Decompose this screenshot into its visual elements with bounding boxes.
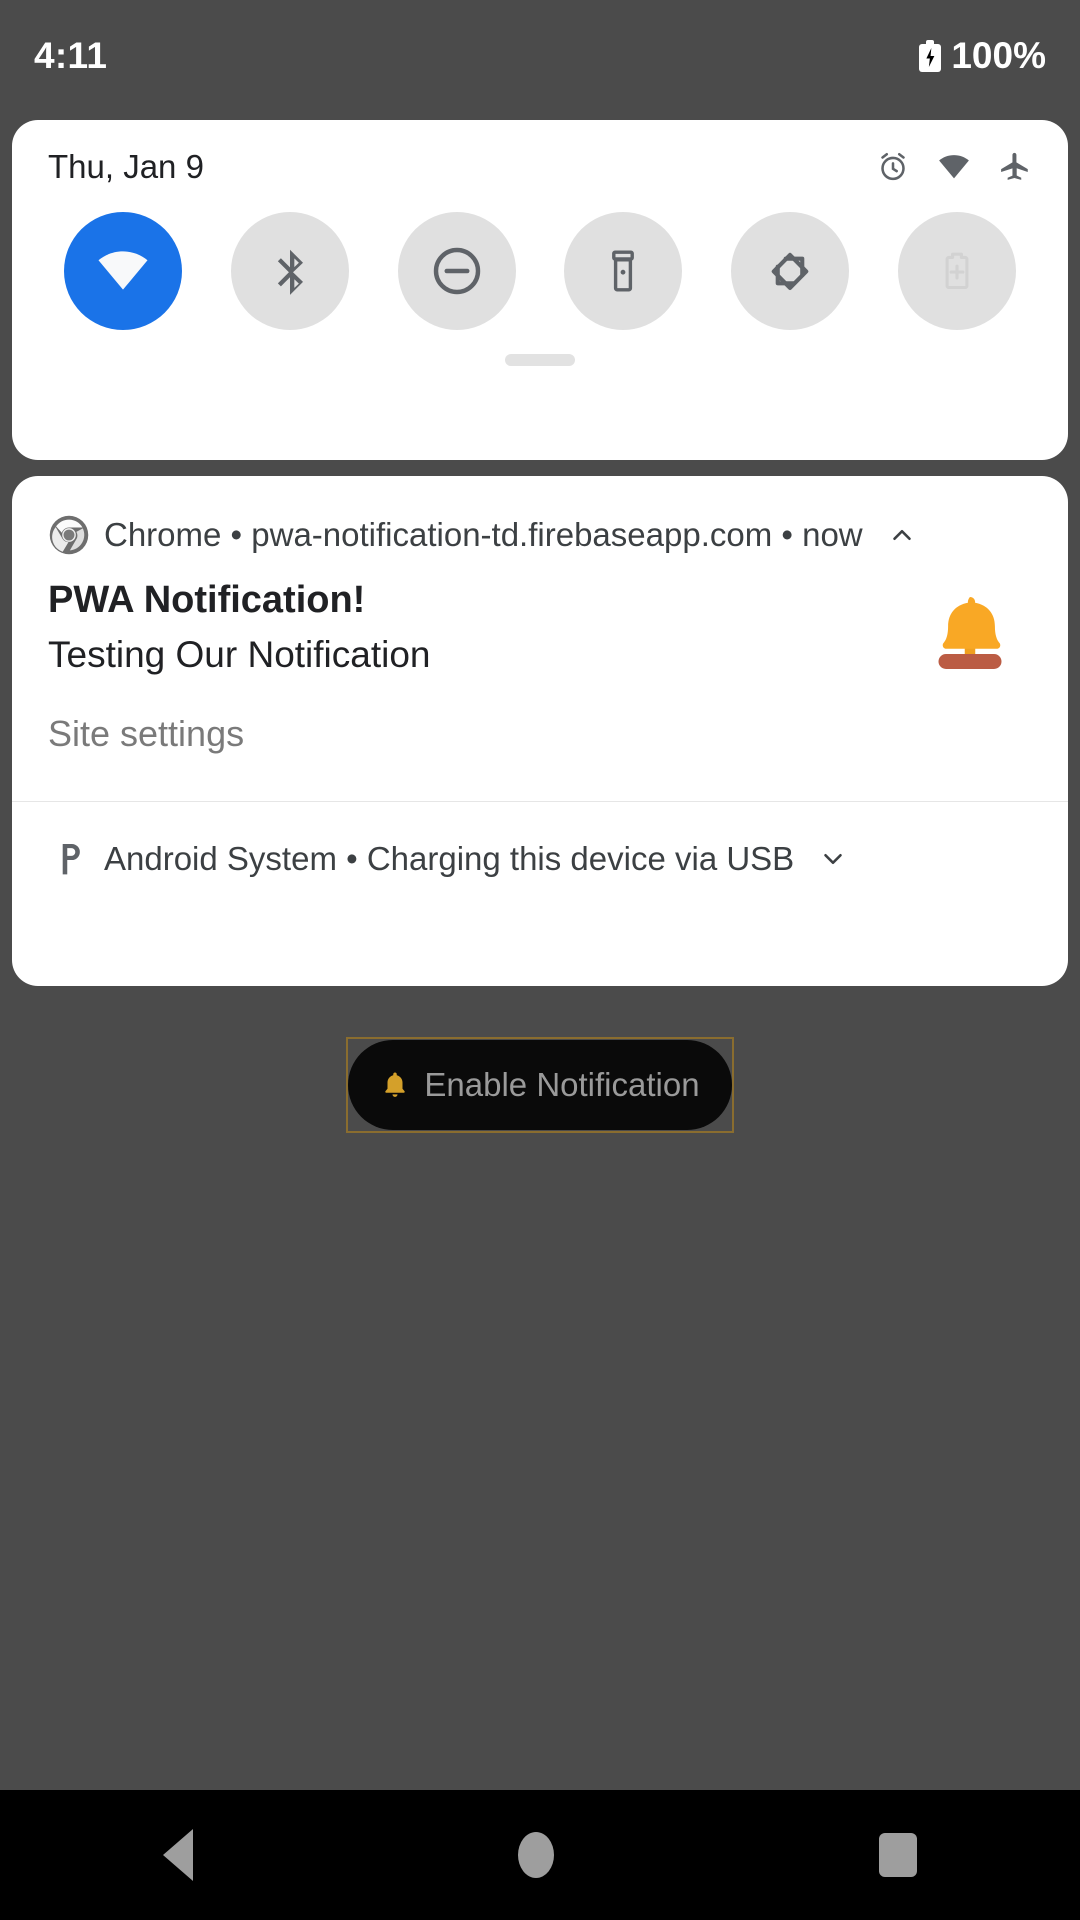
nav-home-button[interactable] bbox=[517, 1832, 554, 1878]
drag-handle[interactable] bbox=[505, 354, 575, 366]
notification-card: Chrome • pwa-notification-td.firebaseapp… bbox=[12, 476, 1068, 986]
chevron-down-icon[interactable] bbox=[818, 844, 848, 874]
chrome-icon bbox=[49, 515, 89, 555]
notification-header-text: Android System • Charging this device vi… bbox=[104, 839, 795, 877]
quick-settings-header: Thu, Jan 9 bbox=[12, 120, 1068, 186]
notification-body: PWA Notification! Testing Our Notificati… bbox=[12, 556, 1068, 679]
notification-message: Testing Our Notification bbox=[48, 633, 431, 675]
bell-icon bbox=[385, 1072, 406, 1097]
notification-header-text: Chrome • pwa-notification-td.firebaseapp… bbox=[104, 516, 863, 553]
wifi-icon bbox=[98, 251, 148, 290]
bluetooth-tile[interactable] bbox=[230, 212, 349, 330]
notification-actions: Site settings bbox=[12, 679, 1068, 755]
flashlight-tile[interactable] bbox=[564, 212, 683, 330]
status-bar-right: 100% bbox=[919, 35, 1046, 77]
status-bar: 4:11 100% bbox=[0, 0, 1080, 112]
quick-settings-tiles bbox=[12, 186, 1068, 330]
quick-settings-status-icons bbox=[876, 150, 1032, 184]
flashlight-icon bbox=[612, 250, 635, 292]
wifi-tile[interactable] bbox=[64, 212, 182, 330]
notification-header: Android System • Charging this device vi… bbox=[12, 802, 1068, 880]
battery-saver-tile[interactable] bbox=[897, 212, 1016, 330]
notification-text-block: PWA Notification! Testing Our Notificati… bbox=[48, 578, 431, 679]
battery-charging-icon bbox=[919, 40, 942, 72]
enable-notification-label: Enable Notification bbox=[424, 1066, 700, 1103]
nav-recents-button[interactable] bbox=[879, 1833, 918, 1877]
wifi-icon bbox=[939, 155, 969, 179]
bluetooth-icon bbox=[277, 249, 303, 295]
quick-settings-panel: Thu, Jan 9 bbox=[12, 120, 1068, 460]
auto-rotate-icon bbox=[771, 252, 809, 290]
android-system-icon bbox=[62, 843, 80, 875]
auto-rotate-tile[interactable] bbox=[731, 212, 850, 330]
chevron-up-icon[interactable] bbox=[887, 520, 917, 550]
airplane-icon bbox=[1001, 152, 1028, 180]
notification-chrome[interactable]: Chrome • pwa-notification-td.firebaseapp… bbox=[12, 476, 1068, 802]
battery-percent-label: 100% bbox=[951, 35, 1046, 76]
status-bar-clock: 4:11 bbox=[34, 35, 108, 76]
do-not-disturb-icon bbox=[433, 247, 480, 295]
notification-title: PWA Notification! bbox=[48, 579, 366, 621]
quick-settings-handle-wrap bbox=[12, 354, 1068, 366]
bell-icon bbox=[938, 597, 1002, 669]
alarm-icon bbox=[881, 152, 905, 181]
navigation-bar bbox=[0, 1790, 1080, 1920]
notification-header: Chrome • pwa-notification-td.firebaseapp… bbox=[12, 476, 1068, 556]
site-settings-action[interactable]: Site settings bbox=[48, 713, 244, 755]
enable-notification-button[interactable]: Enable Notification bbox=[348, 1040, 732, 1130]
notification-android-system[interactable]: Android System • Charging this device vi… bbox=[12, 802, 1068, 880]
quick-settings-date: Thu, Jan 9 bbox=[48, 148, 204, 185]
nav-back-button[interactable] bbox=[162, 1829, 193, 1881]
battery-saver-icon bbox=[945, 252, 969, 290]
phone-screen: Enable Notification 4:11 100% Thu, Jan 9 bbox=[0, 0, 1080, 1920]
dnd-tile[interactable] bbox=[397, 212, 516, 330]
